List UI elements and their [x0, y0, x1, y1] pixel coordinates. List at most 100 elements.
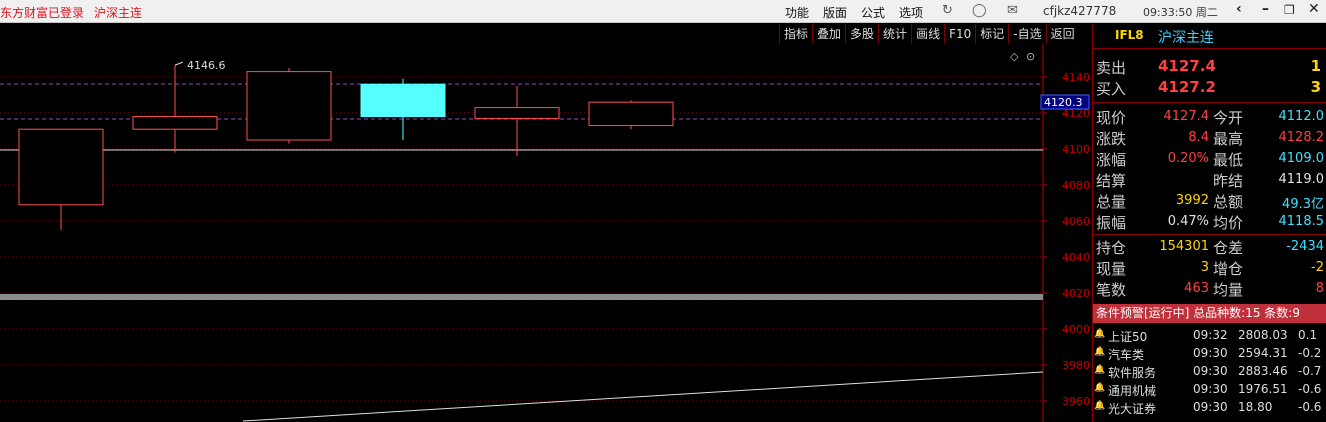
stat-label: 最低 — [1213, 151, 1244, 169]
stat-value: 4127.4 — [1163, 109, 1210, 124]
current-price-label: 4120.3 — [1044, 96, 1083, 109]
title-bar: 东方财富已登录 沪深主连 功能 版面 公式 选项 ↻ ◯ ✉ cfjkz42777… — [0, 0, 1326, 23]
candle-body — [588, 101, 674, 127]
alert-row[interactable]: 🔔 汽车类 09:30 2594.31 -0.2 — [1093, 346, 1326, 364]
high-label: 4146.6 — [187, 59, 226, 72]
chat-icon[interactable]: ◯ — [972, 3, 987, 18]
stat-row: 现量 3 增仓 -2 — [1093, 258, 1326, 279]
menu-formula[interactable]: 公式 — [861, 4, 885, 21]
remove-watchlist-button[interactable]: -自选 — [1008, 24, 1046, 44]
clock: 09:33:50 周二 — [1143, 6, 1218, 19]
alert-change: -0.2 — [1298, 346, 1322, 360]
candle-body — [360, 83, 446, 118]
alert-name: 软件服务 — [1108, 366, 1157, 380]
alert-time: 09:30 — [1193, 400, 1228, 414]
stat-value: 4118.5 — [1278, 214, 1325, 229]
stat-label: 今开 — [1213, 109, 1244, 127]
contract-name: 沪深主连 — [1158, 30, 1214, 46]
mail-icon[interactable]: ✉ — [1007, 3, 1018, 18]
stat-label: 总量 — [1096, 193, 1127, 211]
y-tick-label: 3980 — [1062, 359, 1090, 372]
close-icon[interactable]: ✕ — [1308, 1, 1320, 17]
bid-row: 买入 4127.2 3 — [1093, 78, 1326, 98]
return-button[interactable]: 返回 — [1045, 24, 1079, 44]
mark-button[interactable]: 标记 — [975, 24, 1009, 44]
refresh-icon[interactable]: ↻ — [942, 3, 953, 18]
stat-value: 49.3亿 — [1282, 197, 1324, 212]
stat-value: 4128.2 — [1278, 130, 1325, 145]
stat-value: 463 — [1184, 281, 1209, 296]
diamond-icon: ◇ — [1010, 50, 1019, 63]
alert-row[interactable]: 🔔 通用机械 09:30 1976.51 -0.6 — [1093, 382, 1326, 400]
candle-body — [474, 107, 560, 119]
alert-name: 上证50 — [1108, 330, 1148, 344]
stat-label: 增仓 — [1213, 260, 1244, 278]
stat-label: 涨跌 — [1096, 130, 1127, 148]
stat-label: 仓差 — [1213, 239, 1244, 257]
alert-time: 09:30 — [1193, 346, 1228, 360]
ask-label: 卖出 — [1096, 59, 1127, 77]
stat-value: 0.20% — [1167, 151, 1209, 166]
title-left: 东方财富已登录 沪深主连 — [0, 4, 152, 21]
menu-function[interactable]: 功能 — [785, 4, 809, 21]
restore-icon[interactable]: ❐ — [1284, 3, 1295, 17]
menu-layout[interactable]: 版面 — [823, 4, 847, 21]
stat-row: 结算 昨结 4119.0 — [1093, 170, 1326, 191]
quote-panel: IFL8 沪深主连 卖出 4127.4 1 买入 4127.2 3 现价 4127… — [1092, 24, 1326, 422]
draw-line-button[interactable]: 画线 — [911, 24, 945, 44]
user-name: cfjkz427778 — [1043, 4, 1117, 18]
candle-body — [18, 128, 104, 206]
bell-icon: 🔔 — [1094, 383, 1106, 393]
crosshair-icon: ⊙ — [1026, 50, 1035, 63]
contract-code: IFL8 — [1115, 28, 1144, 42]
alert-price: 2594.31 — [1238, 346, 1288, 360]
stat-row: 总量 3992 总额 49.3亿 — [1093, 191, 1326, 212]
stat-label: 振幅 — [1096, 214, 1127, 232]
alert-row[interactable]: 🔔 上证50 09:32 2808.03 0.1 — [1093, 328, 1326, 346]
multi-stock-button[interactable]: 多股 — [845, 24, 879, 44]
bid-qty: 3 — [1310, 78, 1321, 96]
y-tick-label: 3960 — [1062, 395, 1090, 408]
stat-value: 3992 — [1175, 193, 1209, 208]
contract-header: IFL8 沪深主连 — [1093, 24, 1326, 48]
stat-label: 总额 — [1213, 193, 1244, 211]
stat-row: 振幅 0.47% 均价 4118.5 — [1093, 212, 1326, 233]
bid-price: 4127.2 — [1158, 78, 1216, 96]
bell-icon: 🔔 — [1094, 347, 1106, 357]
candle-body — [132, 116, 218, 130]
menu-options[interactable]: 选项 — [899, 4, 923, 21]
alert-name: 光大证券 — [1108, 402, 1157, 416]
stat-value: 3 — [1200, 260, 1209, 275]
stat-value: 8.4 — [1188, 130, 1209, 145]
minimize-icon[interactable]: – — [1262, 1, 1269, 17]
stat-label: 现量 — [1096, 260, 1127, 278]
stat-label: 均量 — [1213, 281, 1244, 299]
alert-row[interactable]: 🔔 光大证券 09:30 18.80 -0.6 — [1093, 400, 1326, 418]
indicator-button[interactable]: 指标 — [779, 24, 813, 44]
y-tick-label: 4060 — [1062, 215, 1090, 228]
alert-price: 1976.51 — [1238, 382, 1288, 396]
bell-icon: 🔔 — [1094, 401, 1106, 411]
stat-value: 154301 — [1159, 239, 1209, 254]
login-status: 东方财富已登录 — [0, 6, 85, 20]
alert-row[interactable]: 🔔 软件服务 09:30 2883.46 -0.7 — [1093, 364, 1326, 382]
y-tick-label: 4020 — [1062, 287, 1090, 300]
statistics-button[interactable]: 统计 — [878, 24, 912, 44]
stat-label: 均价 — [1213, 214, 1244, 232]
y-tick-label: 4000 — [1062, 323, 1090, 336]
back-icon[interactable]: ‹ — [1236, 1, 1242, 17]
alert-name: 通用机械 — [1108, 384, 1157, 398]
overlay-button[interactable]: 叠加 — [812, 24, 846, 44]
divider — [1093, 234, 1326, 235]
alert-change: -0.6 — [1298, 400, 1322, 414]
stat-row: 涨跌 8.4 最高 4128.2 — [1093, 128, 1326, 149]
ask-row: 卖出 4127.4 1 — [1093, 57, 1326, 77]
f10-button[interactable]: F10 — [944, 24, 976, 44]
stat-value: 4112.0 — [1278, 109, 1325, 124]
alert-name: 汽车类 — [1108, 348, 1145, 362]
stat-value: -2434 — [1286, 239, 1324, 254]
y-tick-label: 4100 — [1062, 143, 1090, 156]
kline-chart[interactable]: 4140412041004080406040404020400039803960… — [0, 44, 1092, 422]
alert-change: 0.1 — [1298, 328, 1318, 342]
alert-header[interactable]: 条件预警[运行中] 总品种数:15 条数:9 — [1093, 304, 1326, 323]
